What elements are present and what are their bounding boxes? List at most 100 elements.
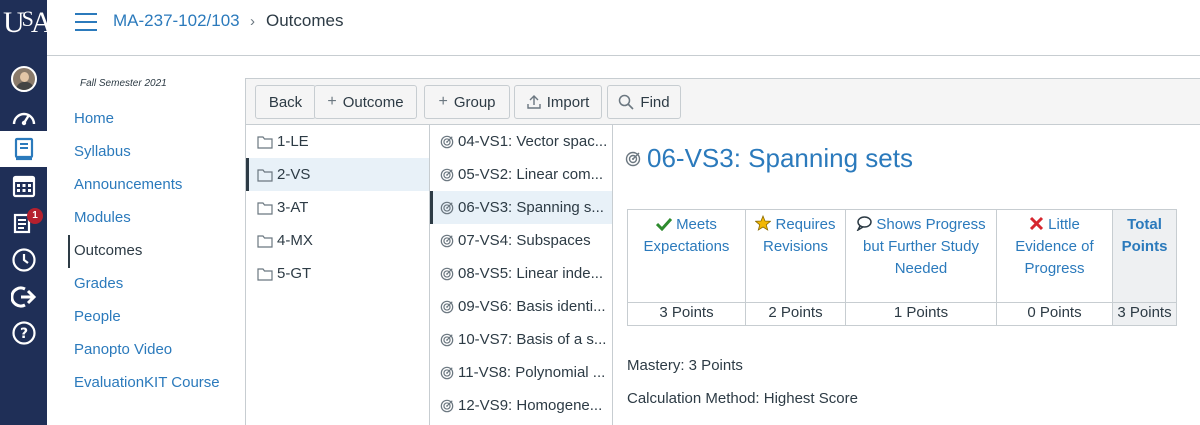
course-nav-outcomes[interactable]: Outcomes xyxy=(68,235,238,268)
outcome-group-row[interactable]: 1-LE xyxy=(246,125,429,158)
outcome-target-icon xyxy=(440,168,454,181)
check-icon xyxy=(656,217,673,231)
course-nav-announcements[interactable]: Announcements xyxy=(68,169,238,202)
find-label: Find xyxy=(640,93,670,111)
outcome-label: 04-VS1: Vector spac... xyxy=(458,133,608,150)
outcome-group-label: 1-LE xyxy=(277,133,309,150)
breadcrumb-current: Outcomes xyxy=(266,11,344,30)
dashboard-nav-item[interactable] xyxy=(0,99,47,135)
outcomes-column: 04-VS1: Vector spac... 05-VS2: Linear com… xyxy=(429,125,612,425)
course-nav-modules[interactable]: Modules xyxy=(68,202,238,235)
avatar xyxy=(10,66,37,92)
outcome-group-row[interactable]: 2-VS xyxy=(246,158,429,191)
course-nav-home[interactable]: Home xyxy=(68,103,238,136)
upload-icon xyxy=(527,95,541,109)
outcome-target-icon xyxy=(440,135,454,148)
outcome-group-label: 3-AT xyxy=(277,199,309,216)
logout-icon xyxy=(10,286,36,308)
rating-label-line: Little xyxy=(1048,216,1080,233)
outcome-row[interactable]: 04-VS1: Vector spac... xyxy=(430,125,612,158)
folder-icon xyxy=(257,234,273,248)
add-group-button[interactable]: + Group xyxy=(424,85,510,119)
course-nav-people[interactable]: People xyxy=(68,301,238,334)
outcome-row[interactable]: 07-VS4: Subspaces xyxy=(430,224,612,257)
rating-label-line: Evidence of xyxy=(1015,238,1094,255)
global-navigation: USA 1 ? xyxy=(0,0,53,425)
course-nav-syllabus[interactable]: Syllabus xyxy=(68,136,238,169)
svg-text:?: ? xyxy=(19,326,27,342)
outcome-target-icon xyxy=(440,366,454,379)
outcome-row[interactable]: 10-VS7: Basis of a s... xyxy=(430,323,612,356)
back-button-label: Back xyxy=(268,93,303,111)
page-header: MA-237-102/103 › Outcomes xyxy=(47,0,1200,56)
folder-icon xyxy=(257,135,273,149)
courses-nav-item[interactable] xyxy=(0,131,47,167)
add-outcome-button[interactable]: + Outcome xyxy=(314,85,417,119)
dashboard-icon xyxy=(12,112,35,126)
outcome-target-icon xyxy=(625,151,641,166)
help-nav-item[interactable]: ? xyxy=(0,315,47,351)
find-button[interactable]: Find xyxy=(607,85,681,119)
folder-icon xyxy=(257,168,273,182)
outcome-label: 11-VS8: Polynomial ... xyxy=(458,364,606,381)
rating-label-line: Shows Progress xyxy=(876,216,986,233)
course-navigation: Home Syllabus Announcements Modules Outc… xyxy=(68,103,238,411)
outcome-group-label: 4-MX xyxy=(277,232,313,249)
speech-bubble-icon xyxy=(857,216,873,231)
rating-points: 1 Points xyxy=(845,302,997,326)
total-label-line: Points xyxy=(1121,238,1168,255)
hamburger-menu-icon[interactable] xyxy=(75,13,97,33)
calendar-nav-item[interactable] xyxy=(0,168,47,204)
plus-icon: + xyxy=(327,93,337,110)
outcome-group-row[interactable]: 5-GT xyxy=(246,257,429,290)
rubric-table: Meets Expectations Requires Revisions Sh… xyxy=(627,209,1177,326)
rating-criterion: Requires Revisions xyxy=(745,209,846,303)
rating-label-line: but Further Study xyxy=(863,238,979,255)
outcome-group-label: 5-GT xyxy=(277,265,312,282)
clock-icon xyxy=(11,248,36,272)
calculation-method: Calculation Method: Highest Score xyxy=(627,390,858,407)
history-nav-item[interactable] xyxy=(0,242,47,278)
outcome-row[interactable]: 12-VS9: Homogene... xyxy=(430,389,612,422)
usa-logo[interactable]: USA xyxy=(3,4,53,42)
outcome-group-row[interactable]: 4-MX xyxy=(246,224,429,257)
search-icon xyxy=(619,94,634,110)
rating-points: 3 Points xyxy=(627,302,746,326)
term-label: Fall Semester 2021 xyxy=(80,78,167,89)
outcome-row[interactable]: 08-VS5: Linear inde... xyxy=(430,257,612,290)
outcome-title: 06-VS3: Spanning sets xyxy=(647,143,913,173)
outcome-label: 06-VS3: Spanning s... xyxy=(458,199,604,216)
mastery-points: Mastery: 3 Points xyxy=(627,357,743,374)
outcome-row[interactable]: 11-VS8: Polynomial ... xyxy=(430,356,612,389)
rating-criterion: Meets Expectations xyxy=(627,209,746,303)
outcome-label: 09-VS6: Basis identi... xyxy=(458,298,606,315)
inbox-nav-item[interactable]: 1 xyxy=(0,205,47,241)
course-nav-grades[interactable]: Grades xyxy=(68,268,238,301)
outcome-row[interactable]: 05-VS2: Linear com... xyxy=(430,158,612,191)
breadcrumb-course-link[interactable]: MA-237-102/103 xyxy=(113,11,240,31)
import-button[interactable]: Import xyxy=(514,85,602,119)
course-nav-evaluationkit[interactable]: EvaluationKIT Course xyxy=(68,367,238,411)
outcome-target-icon xyxy=(440,201,454,214)
import-label: Import xyxy=(546,93,590,111)
outcome-row[interactable]: 06-VS3: Spanning s... xyxy=(430,191,612,224)
back-button[interactable]: Back xyxy=(255,85,316,119)
plus-icon: + xyxy=(438,93,448,110)
logout-nav-item[interactable] xyxy=(0,279,47,315)
outcome-groups-column: 1-LE 2-VS 3-AT 4-MX 5-GT xyxy=(245,125,429,425)
outcome-label: 12-VS9: Homogene... xyxy=(458,397,603,414)
rating-points: 2 Points xyxy=(745,302,846,326)
star-icon xyxy=(755,215,772,231)
outcome-target-icon xyxy=(440,399,454,412)
account-nav-item[interactable] xyxy=(0,61,47,97)
x-mark-icon xyxy=(1030,216,1044,231)
outcome-group-row[interactable]: 3-AT xyxy=(246,191,429,224)
outcome-row[interactable]: 09-VS6: Basis identi... xyxy=(430,290,612,323)
breadcrumb-separator-icon: › xyxy=(250,13,255,30)
add-group-label: Group xyxy=(453,93,496,111)
outcome-group-label: 2-VS xyxy=(277,166,311,183)
outcome-target-icon xyxy=(440,300,454,313)
rating-label-line: Expectations xyxy=(643,238,730,255)
course-nav-panopto-video[interactable]: Panopto Video xyxy=(68,334,238,367)
rating-criterion: Little Evidence of Progress xyxy=(996,209,1113,303)
